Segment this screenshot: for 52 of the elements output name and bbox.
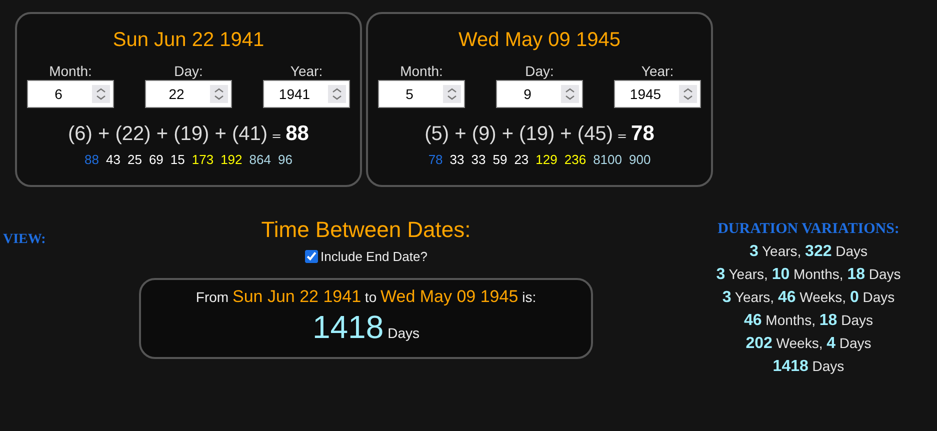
- spinner-icon[interactable]: [92, 85, 110, 103]
- number-value: 23: [514, 152, 529, 167]
- checkbox-label: Include End Date?: [320, 249, 428, 264]
- durations-title: DURATION VARIATIONS:: [718, 221, 900, 238]
- number-value: 15: [170, 152, 185, 167]
- spinner-icon[interactable]: [679, 85, 697, 103]
- day-unit: Days: [388, 325, 420, 341]
- number-value: 25: [127, 152, 142, 167]
- spinner-icon[interactable]: [561, 85, 579, 103]
- equation-text: (5) + (9) + (19) + (45): [424, 123, 613, 146]
- spinner-icon[interactable]: [328, 85, 346, 103]
- duration-line: 3 Years, 322 Days: [749, 243, 868, 261]
- number-value: 173: [192, 152, 214, 167]
- number-value: 59: [492, 152, 508, 167]
- equals-sign: =: [616, 129, 628, 143]
- number-value: 192: [220, 152, 242, 167]
- number-value: 96: [278, 152, 292, 167]
- spinner-icon[interactable]: [210, 85, 228, 103]
- number-value: 69: [148, 152, 164, 167]
- number-value: 129: [536, 152, 558, 167]
- equals-sign: =: [272, 129, 282, 143]
- field-label: Day:: [525, 63, 554, 79]
- equation-total: 88: [286, 122, 309, 146]
- field-label: Year:: [641, 63, 674, 79]
- result-sentence: From Sun Jun 22 1941 to Wed May 09 1945 is:: [196, 287, 536, 307]
- equation-text: (6) + (22) + (19) + (41): [68, 123, 268, 146]
- number-value: 33: [471, 152, 486, 167]
- field-label: Month:: [49, 63, 92, 79]
- duration-line: 1418 Days: [772, 358, 844, 376]
- view-label: VIEW:: [2, 231, 47, 248]
- duration-line: 202 Weeks, 4 Days: [746, 335, 872, 353]
- field-label: Month:: [400, 63, 443, 79]
- field-label: Day:: [174, 63, 203, 79]
- number-value: 900: [628, 152, 651, 167]
- date-title: Wed May 09 1945: [458, 29, 620, 53]
- number-value: 864: [249, 152, 271, 167]
- section-title: Time Between Dates:: [261, 217, 471, 243]
- number-value: 88: [84, 152, 99, 167]
- number-value: 43: [106, 152, 120, 167]
- number-value: 78: [428, 152, 443, 167]
- equation-total: 78: [631, 122, 654, 146]
- number-value: 33: [450, 152, 464, 167]
- duration-line: 46 Months, 18 Days: [744, 312, 873, 330]
- duration-line: 3 Years, 10 Months, 18 Days: [716, 266, 901, 284]
- day-count: 1418: [312, 309, 384, 346]
- spinner-icon[interactable]: [443, 85, 461, 103]
- include-end-checkbox[interactable]: [304, 250, 318, 263]
- number-value: 8100: [593, 152, 622, 167]
- duration-line: 3 Years, 46 Weeks, 0 Days: [722, 289, 895, 307]
- field-label: Year:: [290, 63, 323, 79]
- date-title: Sun Jun 22 1941: [112, 29, 264, 53]
- number-value: 236: [564, 152, 586, 167]
